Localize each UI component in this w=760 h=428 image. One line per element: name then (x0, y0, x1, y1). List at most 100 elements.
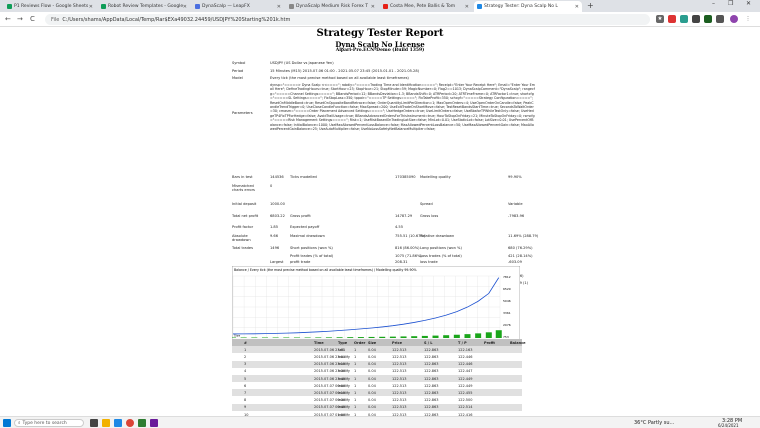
edge-icon[interactable] (114, 419, 122, 427)
extensions-puzzle-icon[interactable] (716, 15, 724, 23)
reload-button[interactable]: C (30, 15, 35, 23)
stat-value: 170385090 (395, 175, 416, 179)
table-cell: 2 (244, 354, 247, 359)
file-explorer-icon[interactable] (102, 419, 110, 427)
star-icon[interactable]: ★ (656, 15, 664, 23)
stat-label: Loss trades (% of total) (420, 254, 462, 258)
minimize-button[interactable]: – (712, 0, 715, 7)
size-bar (421, 335, 428, 338)
stat-value: 1000.00 (270, 202, 285, 206)
profile-avatar[interactable] (730, 15, 738, 23)
stat-label: Gross profit (290, 214, 311, 218)
table-cell: modify (338, 369, 350, 374)
browser-tab[interactable]: Robot Review Templates - Google ✕ (98, 1, 190, 12)
app-icon[interactable] (150, 419, 158, 427)
extension-icon[interactable] (680, 15, 688, 23)
size-bar (485, 332, 492, 338)
table-cell: 122.863 (424, 383, 439, 388)
size-bar (261, 337, 268, 338)
size-bar (293, 337, 300, 338)
table-cell: modify (338, 398, 350, 403)
browser-tab-active[interactable]: Strategy Tester: Dyna Scalp No L ✕ (474, 1, 582, 12)
app-icon[interactable] (138, 419, 146, 427)
stat-label: Profit trades (% of total) (290, 254, 334, 258)
close-tab-icon[interactable]: ✕ (183, 4, 187, 10)
close-tab-icon[interactable]: ✕ (575, 4, 579, 10)
parameters-label: Parameters (232, 111, 253, 115)
browser-tab[interactable]: DynaScalp — LeapFX ✕ (192, 1, 284, 12)
table-cell: 122.449 (458, 383, 473, 388)
taskbar-search[interactable]: ⌕ Type here to search (14, 419, 84, 427)
table-row: 1 2015.07.06 23:01 sell 1 0.04 122.513 122.863… (232, 346, 522, 354)
table-cell: 0.04 (368, 383, 376, 388)
close-tab-icon[interactable]: ✕ (371, 4, 375, 10)
table-cell: 1 (354, 390, 357, 395)
table-cell: 122.863 (424, 369, 439, 374)
table-header: # Time Type Order Size Price S / L T / P Profit B… (232, 339, 526, 346)
size-label: Size (234, 334, 240, 338)
stat-label: Long positions (won %) (420, 246, 462, 250)
table-cell: 122.513 (392, 390, 407, 395)
browser-tab[interactable]: Costa Mee, Pete Ballis & Tom ✕ (380, 1, 472, 12)
size-bar (368, 336, 375, 338)
new-tab-button[interactable]: + (587, 1, 594, 10)
close-tab-icon[interactable]: ✕ (465, 4, 469, 10)
table-cell: 4 (244, 369, 247, 374)
stat-label: Relative drawdown (420, 234, 455, 238)
table-cell: 122.513 (392, 347, 407, 352)
tab-label: DynaScalp Medium Risk Forex T (296, 4, 369, 9)
size-bar (379, 336, 386, 338)
column-header: Order (354, 340, 366, 345)
stat-value: 816 (86.00%) (395, 246, 420, 250)
table-cell: modify (338, 405, 350, 410)
size-bar (389, 336, 396, 338)
close-tab-icon[interactable]: ✕ (277, 4, 281, 10)
stat-label: Initial deposit (232, 202, 257, 206)
stat-value: 1075 (71.86%) (395, 254, 422, 258)
size-bar (453, 334, 460, 338)
column-header: Size (368, 340, 377, 345)
weather-widget[interactable]: 36°C Partly su... (634, 420, 674, 426)
menu-kebab-icon[interactable]: ⋮ (744, 15, 752, 23)
stat-value: -7983.96 (508, 214, 525, 218)
extension-icon[interactable] (668, 15, 676, 23)
table-cell: 1 (354, 347, 357, 352)
browser-tab[interactable]: P1 Reviews Flow - Google Sheets ✕ (4, 1, 96, 12)
clock-date[interactable]: 6/24/2021 (718, 423, 739, 428)
tab-label: Strategy Tester: Dyna Scalp No L (484, 4, 558, 9)
size-bar (272, 337, 279, 338)
taskbar: ⌕ Type here to search 36°C Partly su... … (0, 416, 760, 428)
close-tab-icon[interactable]: ✕ (89, 4, 93, 10)
file-icon (477, 4, 482, 9)
stat-value: Variable (508, 202, 523, 206)
browser-tab[interactable]: DynaScalp Medium Risk Forex T ✕ (286, 1, 378, 12)
forward-button[interactable]: → (17, 15, 23, 23)
maximize-button[interactable]: ❐ (728, 0, 733, 7)
stat-label: Expected payoff (290, 225, 320, 229)
size-bar (251, 337, 258, 338)
stat-label: Modelling quality (420, 175, 451, 179)
table-cell: 122.513 (392, 405, 407, 410)
stat-label: Spread (420, 202, 433, 206)
size-bar (432, 335, 439, 338)
stat-label: Profit factor (232, 225, 254, 229)
chrome-icon[interactable] (126, 419, 134, 427)
table-cell: 122.446 (458, 354, 473, 359)
table-cell: 122.513 (392, 376, 407, 381)
browser-toolbar: ← → C File C:/Users/shams/AppData/Local/… (0, 12, 760, 27)
size-bar (336, 337, 343, 338)
info-value: USDJPY (US Dollar vs Japanese Yen) (270, 61, 334, 65)
close-window-button[interactable]: ✕ (746, 0, 751, 7)
back-button[interactable]: ← (5, 15, 11, 23)
windows-start-icon[interactable] (3, 419, 11, 427)
table-cell: 122.863 (424, 398, 439, 403)
address-scheme-label: File (51, 16, 60, 23)
address-bar[interactable]: File C:/Users/shams/AppData/Local/Temp/R… (45, 14, 650, 25)
table-cell: modify (338, 390, 350, 395)
stat-label: Short positions (won %) (290, 246, 333, 250)
extension-icon[interactable] (692, 15, 700, 23)
task-view-icon[interactable] (90, 419, 98, 427)
stat-value: 14787.29 (395, 214, 413, 218)
chart-frame (232, 266, 520, 344)
extension-icon[interactable] (704, 15, 712, 23)
